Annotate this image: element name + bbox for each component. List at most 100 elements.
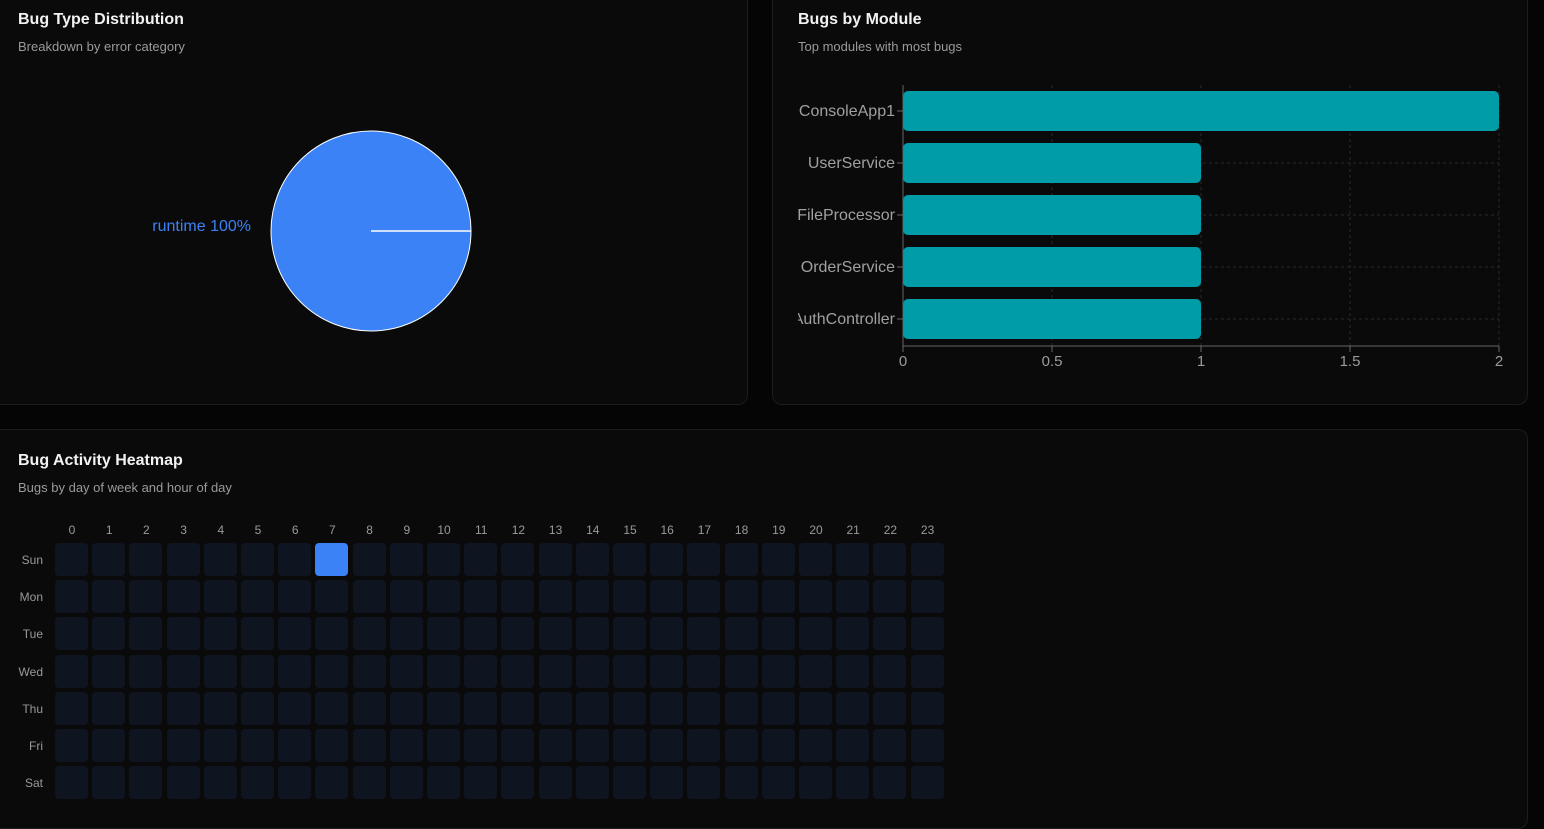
heatmap-cell[interactable]: [910, 543, 944, 576]
heatmap-cell[interactable]: [166, 580, 200, 614]
heatmap-cell[interactable]: [203, 617, 237, 651]
heatmap-cell[interactable]: [129, 654, 163, 688]
heatmap-cell[interactable]: [501, 543, 535, 576]
bar-authcontroller[interactable]: [903, 299, 1201, 339]
heatmap-cell[interactable]: [836, 617, 870, 651]
heatmap-cell[interactable]: [92, 766, 126, 800]
heatmap-cell[interactable]: [427, 580, 460, 614]
heatmap-cell[interactable]: [687, 654, 721, 688]
heatmap-cell[interactable]: [352, 766, 386, 800]
heatmap-cell[interactable]: [575, 617, 609, 651]
heatmap-cell[interactable]: [278, 543, 312, 576]
heatmap-cell[interactable]: [799, 766, 832, 800]
heatmap-cell[interactable]: [166, 617, 200, 651]
heatmap-cell[interactable]: [241, 766, 274, 800]
heatmap-cell[interactable]: [129, 729, 163, 762]
heatmap-cell[interactable]: [910, 617, 944, 651]
heatmap-cell[interactable]: [352, 543, 386, 576]
heatmap-cell[interactable]: [538, 729, 572, 762]
heatmap-cell[interactable]: [799, 654, 832, 688]
heatmap-cell[interactable]: [613, 654, 646, 688]
heatmap-cell[interactable]: [278, 617, 312, 651]
heatmap-cell[interactable]: [129, 580, 163, 614]
heatmap-cell[interactable]: [55, 580, 88, 614]
heatmap-cell[interactable]: [873, 617, 907, 651]
heatmap-cell[interactable]: [92, 729, 126, 762]
heatmap-cell[interactable]: [203, 729, 237, 762]
heatmap-cell[interactable]: [464, 543, 498, 576]
heatmap-cell[interactable]: [427, 654, 460, 688]
heatmap-cell[interactable]: [241, 729, 274, 762]
heatmap-cell[interactable]: [55, 729, 88, 762]
heatmap-cell[interactable]: [389, 691, 423, 725]
heatmap-cell[interactable]: [910, 654, 944, 688]
heatmap-cell[interactable]: [352, 729, 386, 762]
heatmap-cell[interactable]: [55, 691, 88, 725]
heatmap-cell[interactable]: [55, 766, 88, 800]
heatmap-cell[interactable]: [315, 543, 349, 576]
heatmap-cell[interactable]: [873, 766, 907, 800]
heatmap-cell[interactable]: [538, 766, 572, 800]
heatmap-cell[interactable]: [613, 766, 646, 800]
bar-orderservice[interactable]: [903, 247, 1201, 287]
heatmap-cell[interactable]: [575, 580, 609, 614]
heatmap-cell[interactable]: [315, 729, 349, 762]
heatmap-cell[interactable]: [799, 617, 832, 651]
heatmap-cell[interactable]: [650, 580, 684, 614]
heatmap-cell[interactable]: [278, 729, 312, 762]
heatmap-cell[interactable]: [315, 766, 349, 800]
heatmap-cell[interactable]: [761, 580, 795, 614]
heatmap-cell[interactable]: [650, 766, 684, 800]
heatmap-cell[interactable]: [427, 729, 460, 762]
heatmap-cell[interactable]: [389, 766, 423, 800]
heatmap-cell[interactable]: [129, 543, 163, 576]
heatmap-cell[interactable]: [836, 729, 870, 762]
heatmap-cell[interactable]: [427, 617, 460, 651]
heatmap-cell[interactable]: [501, 766, 535, 800]
heatmap-cell[interactable]: [92, 617, 126, 651]
heatmap-cell[interactable]: [464, 691, 498, 725]
heatmap-cell[interactable]: [836, 654, 870, 688]
heatmap-cell[interactable]: [724, 543, 758, 576]
heatmap-cell[interactable]: [724, 654, 758, 688]
heatmap-cell[interactable]: [241, 654, 274, 688]
heatmap-cell[interactable]: [278, 766, 312, 800]
heatmap-cell[interactable]: [687, 617, 721, 651]
heatmap-cell[interactable]: [575, 766, 609, 800]
heatmap-cell[interactable]: [278, 691, 312, 725]
heatmap-cell[interactable]: [352, 580, 386, 614]
heatmap-cell[interactable]: [650, 617, 684, 651]
heatmap-cell[interactable]: [427, 691, 460, 725]
heatmap-cell[interactable]: [241, 580, 274, 614]
heatmap-cell[interactable]: [315, 654, 349, 688]
heatmap-cell[interactable]: [761, 654, 795, 688]
heatmap-cell[interactable]: [873, 729, 907, 762]
heatmap-cell[interactable]: [55, 654, 88, 688]
heatmap-cell[interactable]: [687, 691, 721, 725]
heatmap-cell[interactable]: [203, 543, 237, 576]
heatmap-cell[interactable]: [910, 691, 944, 725]
heatmap-cell[interactable]: [836, 691, 870, 725]
heatmap-cell[interactable]: [129, 766, 163, 800]
heatmap-cell[interactable]: [873, 543, 907, 576]
heatmap-cell[interactable]: [538, 543, 572, 576]
heatmap-cell[interactable]: [910, 766, 944, 800]
heatmap-cell[interactable]: [575, 691, 609, 725]
heatmap-cell[interactable]: [761, 617, 795, 651]
heatmap-cell[interactable]: [687, 766, 721, 800]
heatmap-cell[interactable]: [166, 729, 200, 762]
heatmap-cell[interactable]: [92, 691, 126, 725]
heatmap-cell[interactable]: [724, 766, 758, 800]
heatmap-cell[interactable]: [166, 543, 200, 576]
heatmap-cell[interactable]: [241, 691, 274, 725]
bar-consoleapp1[interactable]: [903, 91, 1499, 131]
heatmap-cell[interactable]: [389, 543, 423, 576]
heatmap-cell[interactable]: [724, 580, 758, 614]
heatmap-cell[interactable]: [315, 617, 349, 651]
heatmap-cell[interactable]: [836, 543, 870, 576]
heatmap-cell[interactable]: [166, 691, 200, 725]
heatmap-cell[interactable]: [799, 729, 832, 762]
heatmap-cell[interactable]: [203, 654, 237, 688]
heatmap-cell[interactable]: [724, 691, 758, 725]
heatmap-cell[interactable]: [836, 580, 870, 614]
